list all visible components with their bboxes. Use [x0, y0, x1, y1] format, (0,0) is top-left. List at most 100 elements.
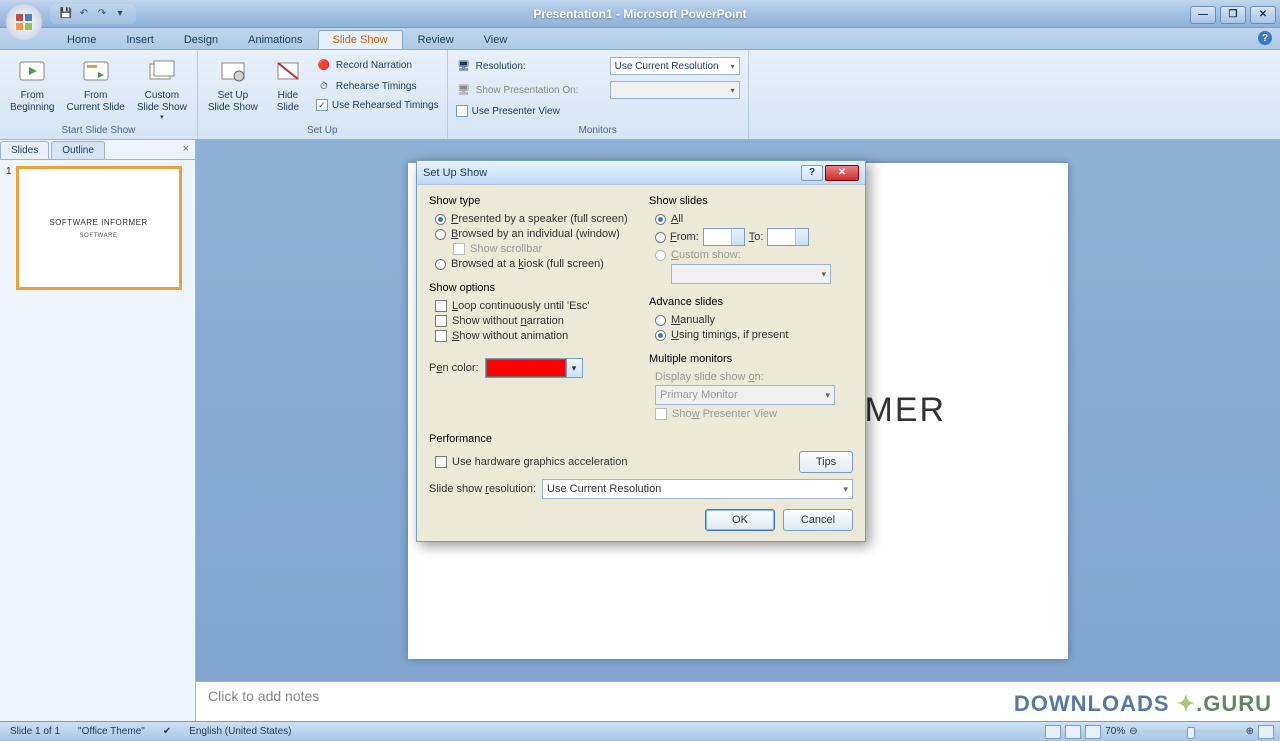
chevron-down-icon: ▾ — [566, 359, 582, 377]
play-current-icon — [80, 56, 112, 88]
redo-icon[interactable]: ↷ — [94, 6, 110, 22]
check-show-scrollbar: Show scrollbar — [453, 243, 633, 255]
group-label-setup: Set Up — [204, 124, 441, 137]
qat-dropdown-icon[interactable]: ▾ — [112, 6, 128, 22]
check-loop[interactable]: Loop continuously until 'Esc' — [435, 300, 633, 312]
hide-slide-button[interactable]: Hide Slide — [266, 54, 310, 124]
zoom-in-button[interactable]: ⊕ — [1246, 726, 1254, 737]
custom-slideshow-button[interactable]: Custom Slide Show▾ — [133, 54, 191, 124]
pen-color-combo[interactable]: ▾ — [485, 358, 583, 378]
tab-insert[interactable]: Insert — [111, 30, 169, 49]
radio-icon — [655, 214, 666, 225]
advance-label: Advance slides — [649, 296, 853, 308]
zoom-out-button[interactable]: ⊖ — [1129, 726, 1137, 737]
slideshow-view-button[interactable] — [1085, 725, 1101, 739]
slides-panel: Slides Outline × 1 SOFTWARE INFORMER SOF… — [0, 140, 196, 721]
check-presenter-view: Show Presenter View — [655, 408, 853, 420]
thumb-row: 1 SOFTWARE INFORMER SOFTWARE — [6, 166, 189, 290]
cancel-button[interactable]: Cancel — [783, 509, 853, 531]
thumb-number: 1 — [6, 166, 12, 290]
monitors-label: Multiple monitors — [649, 353, 853, 365]
rehearse-icon: ⏱ — [316, 78, 332, 94]
radio-manually[interactable]: Manually — [655, 314, 853, 326]
slide-thumbnail[interactable]: SOFTWARE INFORMER SOFTWARE — [16, 166, 182, 290]
pen-color-label: Pen color: — [429, 362, 479, 374]
from-current-button[interactable]: From Current Slide — [62, 54, 128, 124]
minimize-button[interactable]: — — [1190, 6, 1216, 24]
tips-button[interactable]: Tips — [799, 451, 853, 473]
to-spinner[interactable] — [767, 228, 809, 246]
radio-browsed-kiosk[interactable]: Browsed at a kiosk (full screen) — [435, 258, 633, 270]
monitor-combo: Primary Monitor — [655, 385, 835, 405]
tab-animations[interactable]: Animations — [233, 30, 317, 49]
close-button[interactable]: ✕ — [1250, 6, 1276, 24]
sorter-view-button[interactable] — [1065, 725, 1081, 739]
fit-button[interactable] — [1258, 725, 1274, 739]
zoom-slider[interactable] — [1142, 730, 1242, 734]
show-type-label: Show type — [429, 195, 633, 207]
tab-view[interactable]: View — [469, 30, 523, 49]
status-slide: Slide 1 of 1 — [6, 726, 64, 737]
tab-review[interactable]: Review — [403, 30, 469, 49]
setup-slideshow-button[interactable]: Set Up Slide Show — [204, 54, 262, 124]
rehearse-timings-button[interactable]: ⏱Rehearse Timings — [314, 77, 441, 95]
dialog-title: Set Up Show — [423, 167, 487, 179]
radio-from-to[interactable]: From:To: — [655, 228, 853, 246]
slideshow-resolution-combo[interactable]: Use Current Resolution — [542, 479, 853, 499]
from-beginning-button[interactable]: From Beginning — [6, 54, 58, 124]
dialog-titlebar[interactable]: Set Up Show ? ✕ — [417, 161, 865, 185]
maximize-button[interactable]: ❐ — [1220, 6, 1246, 24]
sidebar-tabs: Slides Outline × — [0, 140, 195, 160]
use-rehearsed-checkbox[interactable]: ✓Use Rehearsed Timings — [314, 98, 441, 112]
tab-design[interactable]: Design — [169, 30, 233, 49]
radio-icon — [435, 259, 446, 270]
dialog-close-button[interactable]: ✕ — [825, 165, 859, 181]
undo-icon[interactable]: ↶ — [76, 6, 92, 22]
tab-home[interactable]: Home — [52, 30, 111, 49]
watermark: DOWNLOADS ✦.GURU — [1014, 691, 1272, 717]
setup-icon — [217, 56, 249, 88]
radio-using-timings[interactable]: Using timings, if present — [655, 329, 853, 341]
custom-show-combo — [671, 264, 831, 284]
radio-presented-speaker[interactable]: Presented by a speaker (full screen) — [435, 213, 633, 225]
ribbon: From Beginning From Current Slide Custom… — [0, 50, 1280, 140]
ribbon-tabs: Home Insert Design Animations Slide Show… — [0, 28, 1280, 50]
check-hardware-accel[interactable]: Use hardware graphics acceleration — [435, 456, 799, 468]
check-no-narration[interactable]: Show without narration — [435, 315, 633, 327]
checkbox-icon — [435, 330, 447, 342]
radio-all-slides[interactable]: All — [655, 213, 853, 225]
thumb-subtitle: SOFTWARE — [80, 233, 118, 239]
sidebar-close-icon[interactable]: × — [183, 143, 189, 155]
help-icon[interactable]: ? — [1258, 31, 1272, 45]
dialog-help-button[interactable]: ? — [801, 165, 823, 181]
monitor2-icon: 🖥 — [456, 82, 472, 98]
pen-swatch — [486, 359, 566, 377]
checkbox-icon — [435, 315, 447, 327]
show-on-combo — [610, 81, 740, 99]
record-narration-button[interactable]: 🔴Record Narration — [314, 56, 441, 74]
status-theme[interactable]: "Office Theme" — [74, 726, 149, 737]
ok-button[interactable]: OK — [705, 509, 775, 531]
check-icon — [456, 105, 468, 117]
sidebar-tab-slides[interactable]: Slides — [0, 141, 49, 159]
status-language[interactable]: English (United States) — [185, 726, 295, 737]
from-spinner[interactable] — [703, 228, 745, 246]
normal-view-button[interactable] — [1045, 725, 1061, 739]
statusbar: Slide 1 of 1 "Office Theme" ✔ English (U… — [0, 721, 1280, 741]
monitor-icon: 🖥 — [456, 58, 472, 74]
resolution-combo[interactable]: Use Current Resolution — [610, 57, 740, 75]
radio-browsed-individual[interactable]: Browsed by an individual (window) — [435, 228, 633, 240]
zoom-level[interactable]: 70% — [1105, 726, 1125, 737]
tab-slide-show[interactable]: Slide Show — [318, 30, 403, 49]
resolution-row: 🖥Resolution:Use Current Resolution — [454, 56, 742, 76]
thumb-title: SOFTWARE INFORMER — [49, 218, 147, 227]
radio-icon — [435, 214, 446, 225]
group-label-start: Start Slide Show — [6, 124, 191, 137]
presenter-view-checkbox[interactable]: Use Presenter View — [454, 104, 742, 118]
check-no-animation[interactable]: Show without animation — [435, 330, 633, 342]
save-icon[interactable]: 💾 — [58, 6, 74, 22]
office-button[interactable] — [4, 2, 44, 42]
sidebar-tab-outline[interactable]: Outline — [51, 141, 105, 159]
spellcheck-icon[interactable]: ✔ — [159, 726, 175, 737]
display-on-label: Display slide show on: — [655, 371, 853, 383]
